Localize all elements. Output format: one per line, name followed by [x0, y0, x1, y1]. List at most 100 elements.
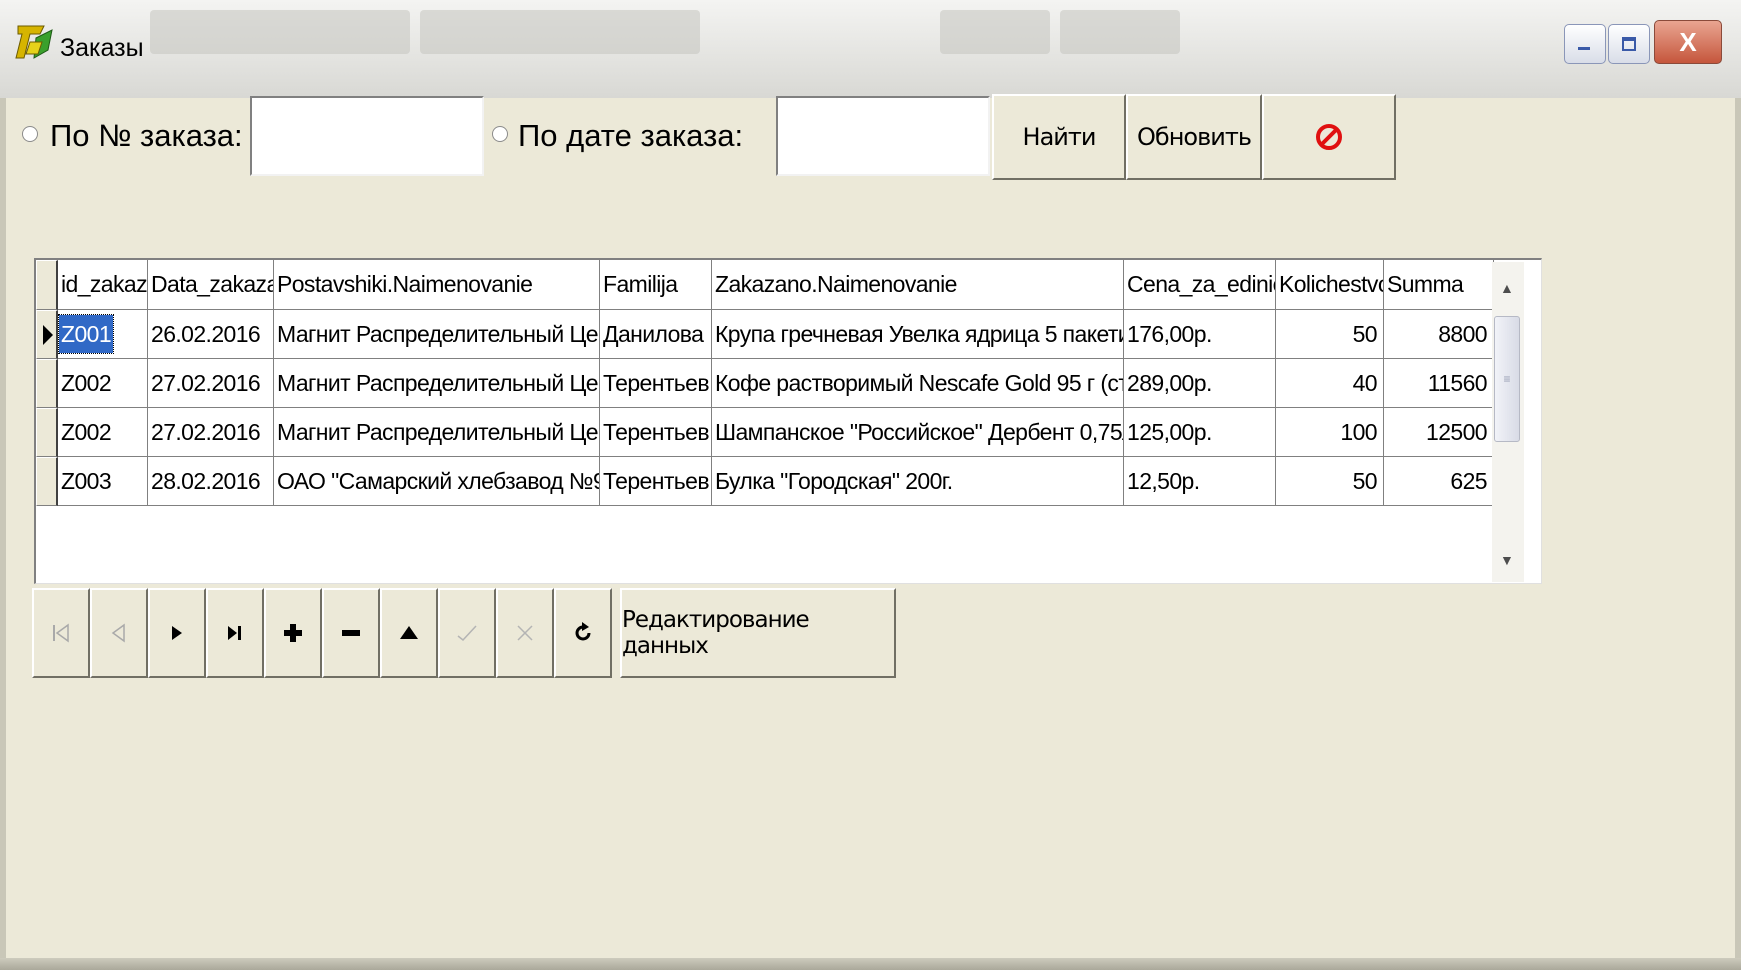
table-cell[interactable]: Данилова [600, 310, 712, 359]
table-cell[interactable]: 100 [1276, 408, 1384, 457]
background-ghost [1060, 10, 1180, 54]
by-date-radio[interactable] [492, 126, 508, 142]
nav-last-button[interactable] [206, 588, 264, 678]
no-entry-icon [1316, 124, 1342, 150]
order-number-input[interactable] [250, 96, 484, 176]
table-cell-text: Терентьев [603, 468, 710, 494]
table-cell[interactable]: Z001 [58, 310, 148, 359]
find-button-label: Найти [1022, 123, 1097, 151]
minimize-icon [1578, 47, 1590, 50]
scroll-down-icon[interactable]: ▼ [1500, 552, 1514, 568]
close-button[interactable]: X [1654, 20, 1722, 64]
table-cell-text: 11560 [1427, 370, 1488, 396]
table-cell[interactable]: Z002 [58, 359, 148, 408]
table-cell[interactable]: 27.02.2016 [148, 359, 274, 408]
table-cell-text: 50 [1352, 321, 1378, 347]
table-cell-text: 12500 [1426, 419, 1488, 445]
next-icon [172, 626, 182, 640]
row-indicator[interactable] [36, 310, 58, 359]
table-cell[interactable]: Z003 [58, 457, 148, 506]
nav-prior-button[interactable] [90, 588, 148, 678]
table-cell[interactable]: Кофе растворимый Nescafe Gold 95 г (стек… [712, 359, 1124, 408]
nav-post-button[interactable] [438, 588, 496, 678]
table-cell[interactable]: Магнит Распределительный Центр [274, 408, 600, 457]
order-date-input[interactable] [776, 96, 990, 176]
table-cell[interactable]: 26.02.2016 [148, 310, 274, 359]
table-cell-text: Магнит Распределительный Центр [277, 419, 600, 445]
edit-data-button[interactable]: Редактирование данных [620, 588, 896, 678]
table-cell[interactable]: Крупа гречневая Увелка ядрица 5 пакетико… [712, 310, 1124, 359]
row-indicator[interactable] [36, 408, 58, 457]
table-cell[interactable]: Терентьев [600, 359, 712, 408]
column-header[interactable]: Kolichestvo [1276, 260, 1384, 310]
table-cell[interactable]: Z002 [58, 408, 148, 457]
by-number-radio[interactable] [22, 126, 38, 142]
cancel-icon [517, 625, 533, 641]
maximize-icon [1622, 37, 1636, 51]
find-button[interactable]: Найти [992, 94, 1126, 180]
table-cell[interactable]: 28.02.2016 [148, 457, 274, 506]
vertical-scrollbar[interactable]: ▲ ≡ ▼ [1492, 262, 1524, 582]
table-cell-text: 8800 [1438, 321, 1487, 347]
row-indicator[interactable] [36, 457, 58, 506]
refresh-button-label: Обновить [1137, 123, 1252, 151]
table-cell[interactable]: 8800 [1384, 310, 1494, 359]
row-indicator[interactable] [36, 359, 58, 408]
nav-edit-button[interactable] [380, 588, 438, 678]
background-ghost [420, 10, 700, 54]
close-icon: X [1679, 26, 1697, 57]
table-cell-text: Шампанское "Российское" Дербент 0,75л [715, 419, 1124, 445]
table-cell[interactable]: Магнит Распределительный Центр [274, 359, 600, 408]
minimize-button[interactable] [1564, 24, 1606, 64]
table-cell[interactable]: 176,00р. [1124, 310, 1276, 359]
nav-insert-button[interactable] [264, 588, 322, 678]
prior-icon [111, 623, 125, 643]
table-cell[interactable]: Терентьев [600, 457, 712, 506]
delete-icon [342, 630, 360, 636]
column-header[interactable]: Familija [600, 260, 712, 310]
table-cell[interactable]: Шампанское "Российское" Дербент 0,75л [712, 408, 1124, 457]
post-icon [457, 625, 477, 642]
cancel-search-button[interactable] [1262, 94, 1396, 180]
table-cell[interactable]: 27.02.2016 [148, 408, 274, 457]
background-ghost [150, 10, 410, 54]
table-cell[interactable]: Магнит Распределительный Центр [274, 310, 600, 359]
table-cell-text: 50 [1352, 468, 1378, 494]
scroll-thumb[interactable]: ≡ [1494, 316, 1520, 442]
table-cell[interactable]: 40 [1276, 359, 1384, 408]
by-number-label: По № заказа: [50, 118, 243, 153]
nav-next-button[interactable] [148, 588, 206, 678]
last-icon [228, 626, 241, 640]
orders-grid[interactable]: id_zakazaData_zakazaPostavshiki.Naimenov… [34, 258, 1542, 584]
refresh-button[interactable]: Обновить [1126, 94, 1262, 180]
table-cell[interactable]: ОАО "Самарский хлебзавод №9" [274, 457, 600, 506]
column-header[interactable]: Postavshiki.Naimenovanie [274, 260, 600, 310]
table-cell[interactable]: 50 [1276, 457, 1384, 506]
table-cell[interactable]: 289,00р. [1124, 359, 1276, 408]
table-cell[interactable]: Терентьев [600, 408, 712, 457]
table-cell-text: Терентьев [603, 370, 710, 396]
table-cell-text: Терентьев [603, 419, 710, 445]
column-header[interactable]: Data_zakaza [148, 260, 274, 310]
table-cell[interactable]: 625 [1384, 457, 1494, 506]
table-cell-text: ОАО "Самарский хлебзавод №9" [277, 468, 600, 494]
nav-cancel-button[interactable] [496, 588, 554, 678]
maximize-button[interactable] [1608, 24, 1650, 64]
table-cell-text: 100 [1340, 419, 1377, 445]
table-cell[interactable]: 50 [1276, 310, 1384, 359]
table-cell-text: 625 [1450, 468, 1487, 494]
column-header[interactable]: Summa [1384, 260, 1494, 310]
scroll-up-icon[interactable]: ▲ [1500, 280, 1514, 296]
column-header[interactable]: id_zakaza [58, 260, 148, 310]
table-cell[interactable]: Булка "Городская" 200г. [712, 457, 1124, 506]
nav-first-button[interactable] [32, 588, 90, 678]
nav-refresh-button[interactable] [554, 588, 612, 678]
table-cell[interactable]: 12500 [1384, 408, 1494, 457]
table-cell[interactable]: 11560 [1384, 359, 1494, 408]
table-cell[interactable]: 12,50р. [1124, 457, 1276, 506]
nav-delete-button[interactable] [322, 588, 380, 678]
column-header[interactable]: Zakazano.Naimenovanie [712, 260, 1124, 310]
column-header[interactable]: Cena_za_edinicu [1124, 260, 1276, 310]
table-cell[interactable]: 125,00р. [1124, 408, 1276, 457]
title-bar[interactable]: Заказы X [0, 0, 1741, 98]
